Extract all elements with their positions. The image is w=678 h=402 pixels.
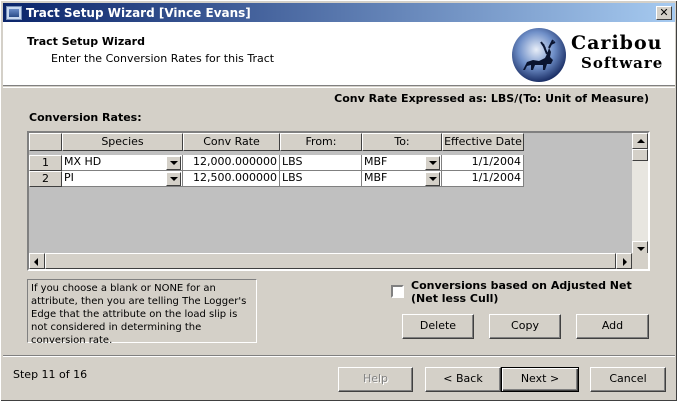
copy-button[interactable]: Copy (489, 314, 561, 339)
to-value: MBF (364, 155, 388, 168)
adjusted-net-checkbox[interactable] (391, 285, 404, 298)
horizontal-scroll-thumb[interactable] (45, 253, 616, 269)
header-subtitle: Enter the Conversion Rates for this Trac… (51, 52, 275, 65)
wizard-window: Tract Setup Wizard [Vince Evans] ✕ Tract… (0, 0, 678, 402)
species-cell[interactable]: PI (62, 171, 183, 187)
footer-separator (3, 355, 675, 357)
next-button[interactable]: Next > (501, 367, 579, 392)
delete-button[interactable]: Delete (402, 314, 474, 339)
caribou-logo: Caribou Software (509, 24, 675, 84)
vertical-scroll-thumb[interactable] (632, 149, 648, 161)
scroll-right-button[interactable] (616, 253, 632, 269)
species-value: PI (64, 171, 74, 184)
window-title: Tract Setup Wizard [Vince Evans] (26, 5, 251, 20)
scroll-left-button[interactable] (29, 253, 45, 269)
grid-horizontal-scrollbar[interactable] (29, 253, 632, 269)
caribou-moon-icon (512, 28, 566, 82)
column-header-from[interactable]: From: (280, 133, 362, 151)
effective-date-cell[interactable]: 1/1/2004 (442, 171, 524, 187)
chevron-down-icon[interactable] (425, 156, 440, 170)
row-number[interactable]: 1 (29, 155, 62, 171)
cancel-button[interactable]: Cancel (590, 367, 666, 392)
scroll-up-button[interactable] (632, 133, 648, 149)
adjusted-net-label-line2: (Net less Cull) (411, 292, 499, 305)
attribute-info-text: If you choose a blank or NONE for an att… (27, 279, 257, 346)
column-header-species[interactable]: Species (62, 133, 183, 151)
arrow-down-icon (637, 247, 645, 251)
row-number[interactable]: 2 (29, 171, 62, 187)
grid-viewport: Species Conv Rate From: To: Effective Da… (29, 133, 632, 257)
chevron-down-icon[interactable] (166, 172, 181, 186)
conv-rate-cell[interactable]: 12,000.000000 (183, 155, 280, 171)
arrow-right-icon (623, 258, 627, 266)
header-separator (3, 87, 675, 88)
from-cell[interactable]: LBS (280, 155, 362, 171)
title-bar[interactable]: Tract Setup Wizard [Vince Evans] ✕ (3, 3, 675, 22)
to-cell[interactable]: MBF (362, 155, 442, 171)
conversion-rates-grid[interactable]: Species Conv Rate From: To: Effective Da… (27, 131, 650, 271)
conv-rate-cell[interactable]: 12,500.000000 (183, 171, 280, 187)
effective-date-cell[interactable]: 1/1/2004 (442, 155, 524, 171)
chevron-down-icon[interactable] (425, 172, 440, 186)
adjusted-net-label: Conversions based on Adjusted Net (Net l… (411, 279, 632, 305)
help-button[interactable]: Help (338, 367, 413, 392)
to-cell[interactable]: MBF (362, 171, 442, 187)
header-title: Tract Setup Wizard (27, 35, 145, 48)
logo-text-software: Software (581, 54, 664, 72)
back-button[interactable]: < Back (425, 367, 501, 392)
adjusted-net-label-line1: Conversions based on Adjusted Net (411, 279, 632, 292)
species-value: MX HD (64, 155, 102, 168)
step-indicator: Step 11 of 16 (13, 368, 88, 381)
scrollbar-corner (632, 253, 648, 269)
column-header-effective-date[interactable]: Effective Date (442, 133, 524, 151)
conversion-rates-label: Conversion Rates: (29, 111, 142, 124)
add-button[interactable]: Add (576, 314, 649, 339)
chevron-down-icon[interactable] (166, 156, 181, 170)
arrow-left-icon (34, 258, 38, 266)
close-button[interactable]: ✕ (656, 5, 672, 20)
column-header-to[interactable]: To: (362, 133, 442, 151)
grid-vertical-scrollbar[interactable] (632, 133, 648, 257)
column-header-conv-rate[interactable]: Conv Rate (183, 133, 280, 151)
to-value: MBF (364, 171, 388, 184)
grid-corner-header[interactable] (29, 133, 62, 151)
species-cell[interactable]: MX HD (62, 155, 183, 171)
conv-rate-expressed-label: Conv Rate Expressed as: LBS/(To: Unit of… (334, 92, 649, 105)
app-icon (6, 5, 22, 20)
logo-text-caribou: Caribou (571, 32, 663, 54)
arrow-up-icon (637, 139, 645, 143)
from-cell[interactable]: LBS (280, 171, 362, 187)
wizard-header: Tract Setup Wizard Enter the Conversion … (3, 22, 675, 86)
